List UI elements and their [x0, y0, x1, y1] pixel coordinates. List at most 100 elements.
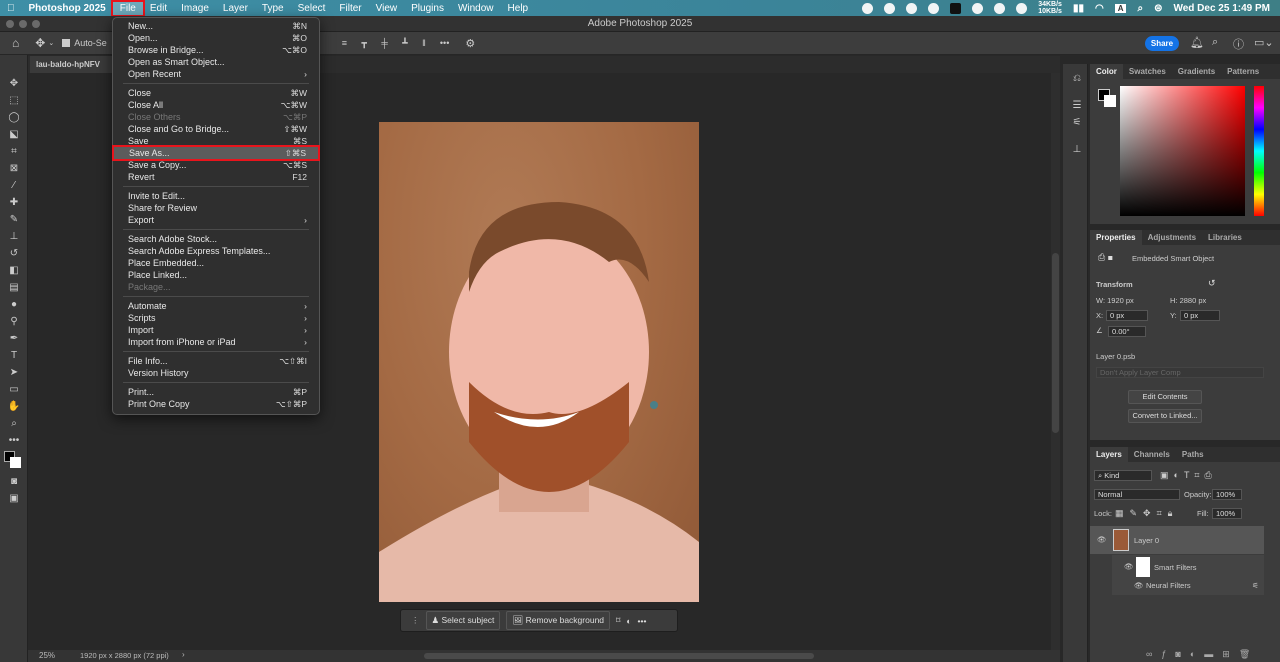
- color-field[interactable]: [1120, 86, 1245, 216]
- align-icons[interactable]: ≡ ┳ ╪ ┻ ‖: [342, 38, 432, 49]
- stamp-tool-icon[interactable]: ⊥: [0, 228, 28, 245]
- filter-options-icon[interactable]: ⚟: [1252, 581, 1259, 590]
- layer-name[interactable]: Layer 0: [1134, 536, 1159, 545]
- auto-select-checkbox[interactable]: [62, 39, 71, 47]
- menu-help[interactable]: Help: [501, 3, 536, 14]
- app-menu[interactable]: Photoshop 2025: [22, 3, 113, 14]
- layer-row[interactable]: 👁︎ Layer 0: [1090, 526, 1264, 554]
- hue-slider[interactable]: [1254, 86, 1264, 216]
- background-color[interactable]: [1104, 95, 1116, 107]
- home-icon[interactable]: ⌂: [12, 36, 19, 50]
- frame-tool-icon[interactable]: ⊠: [0, 160, 28, 177]
- quick-mask-icon[interactable]: ◙: [0, 473, 28, 490]
- play-icon[interactable]: [994, 2, 1006, 14]
- wifi-icon[interactable]: ◠: [1095, 3, 1104, 14]
- menu-item-scripts[interactable]: Scripts ›: [113, 312, 319, 324]
- history-icon[interactable]: ⎌: [1063, 70, 1091, 87]
- dodge-tool-icon[interactable]: ⚲: [0, 313, 28, 330]
- menu-item-close-and-go-to-bridge[interactable]: Close and Go to Bridge... ⇧⌘W: [113, 123, 319, 135]
- menu-item-export[interactable]: Export ›: [113, 214, 319, 226]
- opacity-input[interactable]: 100%: [1212, 489, 1242, 500]
- menu-item-save-a-copy[interactable]: Save a Copy... ⌥⌘S: [113, 159, 319, 171]
- tab-libraries[interactable]: Libraries: [1202, 230, 1248, 245]
- menu-item-search-adobe-stock[interactable]: Search Adobe Stock...: [113, 233, 319, 245]
- lock-icons[interactable]: ▦✎✥⌗🔒︎: [1115, 508, 1178, 519]
- edit-contents-button[interactable]: Edit Contents: [1128, 390, 1202, 404]
- cloud-icon[interactable]: [972, 2, 984, 14]
- drag-handle[interactable]: ⋮: [411, 615, 420, 626]
- menu-plugins[interactable]: Plugins: [404, 3, 451, 14]
- menu-select[interactable]: Select: [291, 3, 333, 14]
- menu-item-invite-to-edit[interactable]: Invite to Edit...: [113, 190, 319, 202]
- color-swatches-icon[interactable]: [0, 449, 28, 473]
- menu-item-new[interactable]: New... ⌘N: [113, 20, 319, 32]
- input-source[interactable]: A: [1114, 3, 1127, 13]
- menu-item-save-as[interactable]: Save As... ⇧⌘S: [112, 145, 320, 161]
- menu-window[interactable]: Window: [451, 3, 501, 14]
- visibility-icon[interactable]: 👁︎: [1134, 581, 1144, 590]
- vertical-scrollbar[interactable]: [1051, 73, 1060, 650]
- marquee-tool-icon[interactable]: ⬚: [0, 92, 28, 109]
- menu-item-open[interactable]: Open... ⌘O: [113, 32, 319, 44]
- move-tool-icon[interactable]: ✥: [35, 36, 45, 50]
- menu-type[interactable]: Type: [255, 3, 291, 14]
- menu-item-open-recent[interactable]: Open Recent ›: [113, 68, 319, 80]
- stamp-panel-icon[interactable]: ⊥: [1063, 141, 1091, 158]
- eyedropper-tool-icon[interactable]: ⁄: [0, 177, 28, 194]
- kind-filter[interactable]: ⌕ Kind: [1094, 470, 1152, 481]
- fill-input[interactable]: 100%: [1212, 508, 1242, 519]
- history-brush-icon[interactable]: ↺: [0, 245, 28, 262]
- screen-mode-icon[interactable]: ▣: [0, 490, 28, 507]
- menu-filter[interactable]: Filter: [332, 3, 368, 14]
- menu-item-save[interactable]: Save ⌘S: [113, 135, 319, 147]
- crop-tool-icon[interactable]: ⌗: [0, 143, 28, 160]
- properties-icon[interactable]: ☰: [1063, 97, 1091, 114]
- menu-item-browse-in-bridge[interactable]: Browse in Bridge... ⌥⌘O: [113, 44, 319, 56]
- tab-layers[interactable]: Layers: [1090, 447, 1128, 462]
- tab-adjustments[interactable]: Adjustments: [1142, 230, 1202, 245]
- tab-paths[interactable]: Paths: [1176, 447, 1210, 462]
- select-subject-button[interactable]: ♟ Select subject: [425, 611, 501, 630]
- tab-properties[interactable]: Properties: [1090, 230, 1142, 245]
- visibility-icon[interactable]: 👁︎: [1124, 562, 1134, 571]
- healing-tool-icon[interactable]: ✚: [0, 194, 28, 211]
- tab-gradients[interactable]: Gradients: [1172, 64, 1221, 79]
- tab-channels[interactable]: Channels: [1128, 447, 1176, 462]
- menu-item-open-as-smart-object[interactable]: Open as Smart Object...: [113, 56, 319, 68]
- menu-image[interactable]: Image: [174, 3, 216, 14]
- menu-item-place-embedded[interactable]: Place Embedded...: [113, 257, 319, 269]
- blend-mode-select[interactable]: Normal: [1094, 489, 1180, 500]
- menu-layer[interactable]: Layer: [216, 3, 255, 14]
- menu-item-automate[interactable]: Automate ›: [113, 300, 319, 312]
- shape-tool-icon[interactable]: ▭: [0, 381, 28, 398]
- bell-icon[interactable]: [906, 2, 918, 14]
- x-input[interactable]: 0 px: [1106, 310, 1148, 321]
- help-icon[interactable]: ⓘ: [1233, 36, 1244, 52]
- menu-item-close[interactable]: Close ⌘W: [113, 87, 319, 99]
- gradient-tool-icon[interactable]: ▤: [0, 279, 28, 296]
- document-info[interactable]: 1920 px x 2880 px (72 ppi): [80, 651, 169, 660]
- spotlight-icon[interactable]: ⌕: [1137, 3, 1143, 14]
- blur-tool-icon[interactable]: ●: [0, 296, 28, 313]
- menu-item-revert[interactable]: Revert F12: [113, 171, 319, 183]
- control-center-icon[interactable]: ⊜: [1154, 3, 1162, 14]
- menu-item-print-one-copy[interactable]: Print One Copy ⌥⇧⌘P: [113, 398, 319, 410]
- clock[interactable]: Wed Dec 25 1:49 PM: [1173, 3, 1270, 14]
- path-select-tool-icon[interactable]: ➤: [0, 364, 28, 381]
- neural-filters-label[interactable]: Neural Filters: [1146, 581, 1191, 590]
- menu-item-import[interactable]: Import ›: [113, 324, 319, 336]
- chatgpt-icon[interactable]: [862, 2, 874, 14]
- gear-icon[interactable]: ⚙: [465, 37, 475, 50]
- grammarly-icon[interactable]: [928, 2, 940, 14]
- menu-file[interactable]: File: [110, 0, 145, 17]
- remove-background-button[interactable]: 🖼︎ Remove background: [506, 611, 611, 630]
- apple-icon[interactable]: : [0, 3, 22, 14]
- check-icon[interactable]: [884, 2, 896, 14]
- smart-filters-row[interactable]: 👁︎ Smart Filters 👁︎ Neural Filters ⚟: [1112, 555, 1264, 595]
- search-icon[interactable]: ⌕: [1212, 36, 1218, 49]
- notification-icon[interactable]: 🔔︎: [1190, 36, 1204, 49]
- menu-item-place-linked[interactable]: Place Linked...: [113, 269, 319, 281]
- adjustment-icon[interactable]: ◐: [626, 616, 631, 626]
- zoom-level[interactable]: 25%: [39, 651, 55, 660]
- adjustments-icon[interactable]: ⚟: [1063, 114, 1091, 131]
